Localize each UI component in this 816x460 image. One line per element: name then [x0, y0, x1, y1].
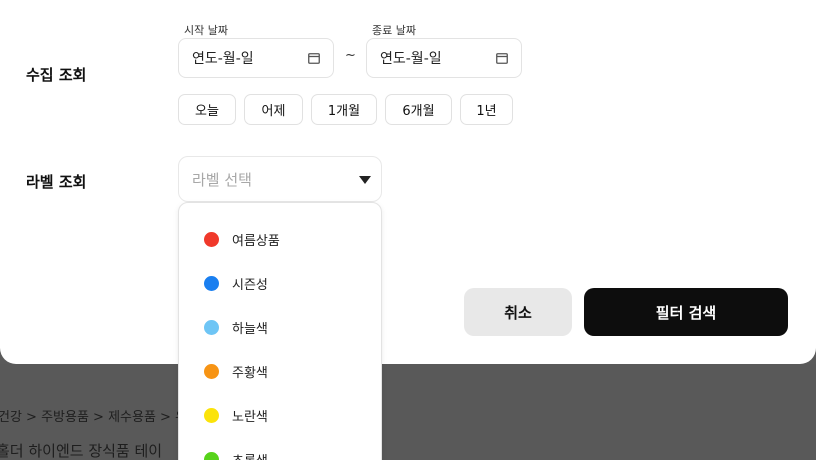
filter-search-button[interactable]: 필터 검색 — [584, 288, 788, 336]
label-color-dot — [204, 319, 219, 335]
label-dropdown: 여름상품 시즌성 하늘색 주황색 노란색 초록색 — [178, 202, 382, 460]
label-option-name: 초록색 — [232, 450, 268, 460]
quick-range-today-button[interactable]: 오늘 — [178, 94, 236, 125]
label-color-dot — [204, 451, 219, 460]
start-date-caption: 시작 날짜 — [184, 24, 228, 37]
background-breadcrumb: 건강 > 주방용품 > 제수용품 > 유 — [0, 410, 188, 425]
label-option-name: 주황색 — [232, 365, 268, 381]
quick-range-1year-button[interactable]: 1년 — [460, 94, 513, 125]
background-product-title: 홀더 하이엔드 장식품 테이 — [0, 442, 163, 460]
start-date-input[interactable]: 연도-월-일 — [178, 38, 334, 78]
label-color-dot — [204, 275, 219, 291]
label-color-dot — [204, 407, 219, 423]
label-option-name: 여름상품 — [232, 233, 280, 249]
cancel-button[interactable]: 취소 — [464, 288, 572, 336]
label-option-name: 노란색 — [232, 409, 268, 425]
calendar-icon[interactable] — [496, 52, 508, 64]
date-range-separator: ~ — [345, 48, 356, 63]
label-option-name: 시즌성 — [232, 277, 268, 293]
label-option[interactable]: 초록색 — [179, 444, 383, 460]
quick-range-6month-button[interactable]: 6개월 — [385, 94, 452, 125]
label-color-dot — [204, 231, 219, 247]
label-option[interactable]: 여름상품 — [179, 224, 383, 254]
quick-range-yesterday-button[interactable]: 어제 — [244, 94, 303, 125]
label-option[interactable]: 하늘색 — [179, 312, 383, 342]
label-option-name: 하늘색 — [232, 321, 268, 337]
quick-range-1month-button[interactable]: 1개월 — [311, 94, 377, 125]
calendar-icon[interactable] — [308, 52, 320, 64]
label-select-placeholder: 라벨 선택 — [192, 170, 252, 189]
label-filter-label: 라벨 조회 — [26, 173, 87, 191]
label-color-dot — [204, 363, 219, 379]
caret-down-icon — [359, 176, 371, 184]
label-option[interactable]: 주황색 — [179, 356, 383, 386]
label-option[interactable]: 시즌성 — [179, 268, 383, 298]
collection-label: 수집 조회 — [26, 66, 87, 84]
end-date-input[interactable]: 연도-월-일 — [366, 38, 522, 78]
label-select[interactable]: 라벨 선택 — [178, 156, 382, 202]
start-date-value: 연도-월-일 — [192, 51, 254, 67]
label-option[interactable]: 노란색 — [179, 400, 383, 430]
end-date-value: 연도-월-일 — [380, 51, 442, 67]
end-date-caption: 종료 날짜 — [372, 24, 416, 37]
